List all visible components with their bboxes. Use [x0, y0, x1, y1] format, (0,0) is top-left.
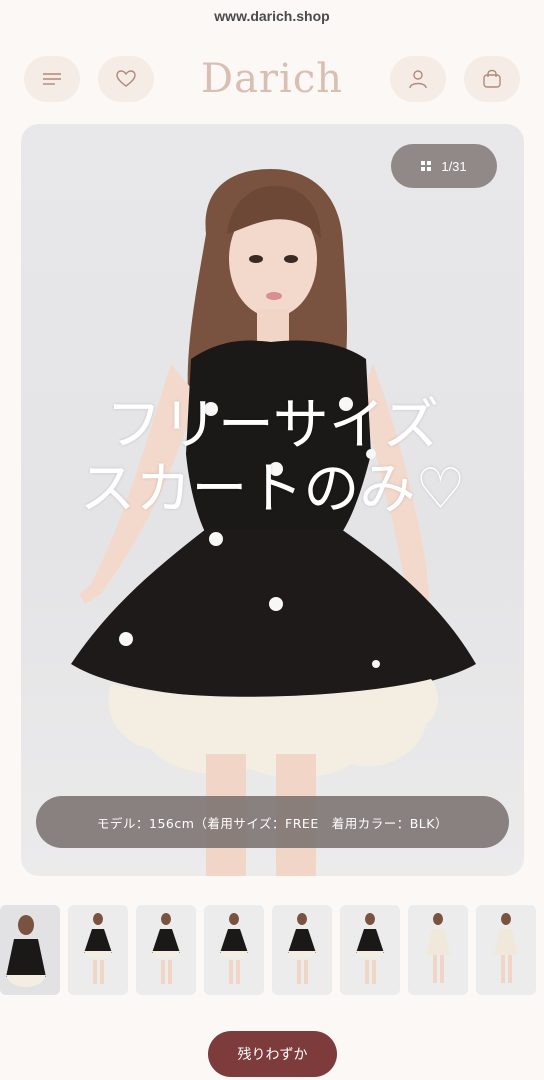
browser-url-bar[interactable]: www.darich.shop — [0, 0, 544, 32]
thumbnail-image — [356, 913, 384, 984]
thumbnail-7[interactable] — [408, 905, 468, 995]
thumbnail-2[interactable] — [68, 905, 128, 995]
thumbnail-5[interactable] — [272, 905, 332, 995]
site-logo[interactable]: Darich — [172, 54, 372, 104]
thumbnail-image — [426, 913, 450, 983]
thumbnail-6[interactable] — [340, 905, 400, 995]
thumbnail-image — [494, 913, 518, 983]
thumbnail-image — [84, 913, 112, 984]
browser-url: www.darich.shop — [214, 8, 330, 24]
thumbnail-strip[interactable] — [0, 905, 544, 995]
thumbnail-4[interactable] — [204, 905, 264, 995]
heart-icon — [116, 70, 136, 87]
overlay-line-1: フリーサイズ — [105, 393, 440, 458]
thumbnail-3[interactable] — [136, 905, 196, 995]
thumbnail-image — [152, 913, 180, 984]
favorites-button[interactable] — [98, 56, 154, 102]
site-header: Darich — [0, 40, 544, 116]
thumbnail-8[interactable] — [476, 905, 536, 995]
model-info-text: モデル：156cm（着用サイズ：FREE 着用カラー：BLK） — [97, 815, 448, 831]
account-button[interactable] — [390, 56, 446, 102]
thumbnail-image — [6, 915, 46, 987]
thumbnail-1[interactable] — [0, 905, 60, 995]
image-counter[interactable]: 1/31 — [391, 144, 497, 188]
menu-button[interactable] — [24, 56, 80, 102]
user-icon — [409, 70, 427, 89]
image-counter-text: 1/31 — [441, 158, 467, 174]
product-main-image[interactable]: 1/31 フリーサイズ スカートのみ♡ モデル：156cm（着用サイズ：FREE… — [21, 124, 524, 876]
image-overlay-caption: フリーサイズ スカートのみ♡ — [21, 394, 524, 522]
low-stock-button[interactable]: 残りわずか — [208, 1031, 337, 1077]
cart-button[interactable] — [464, 56, 520, 102]
thumbnail-image — [220, 913, 248, 984]
low-stock-label: 残りわずか — [237, 1047, 308, 1063]
bag-icon — [483, 69, 501, 88]
grid-icon — [421, 161, 432, 171]
menu-icon — [43, 73, 61, 85]
overlay-line-2: スカートのみ♡ — [79, 457, 466, 522]
model-info-badge: モデル：156cm（着用サイズ：FREE 着用カラー：BLK） — [36, 796, 509, 848]
thumbnail-image — [288, 913, 316, 984]
